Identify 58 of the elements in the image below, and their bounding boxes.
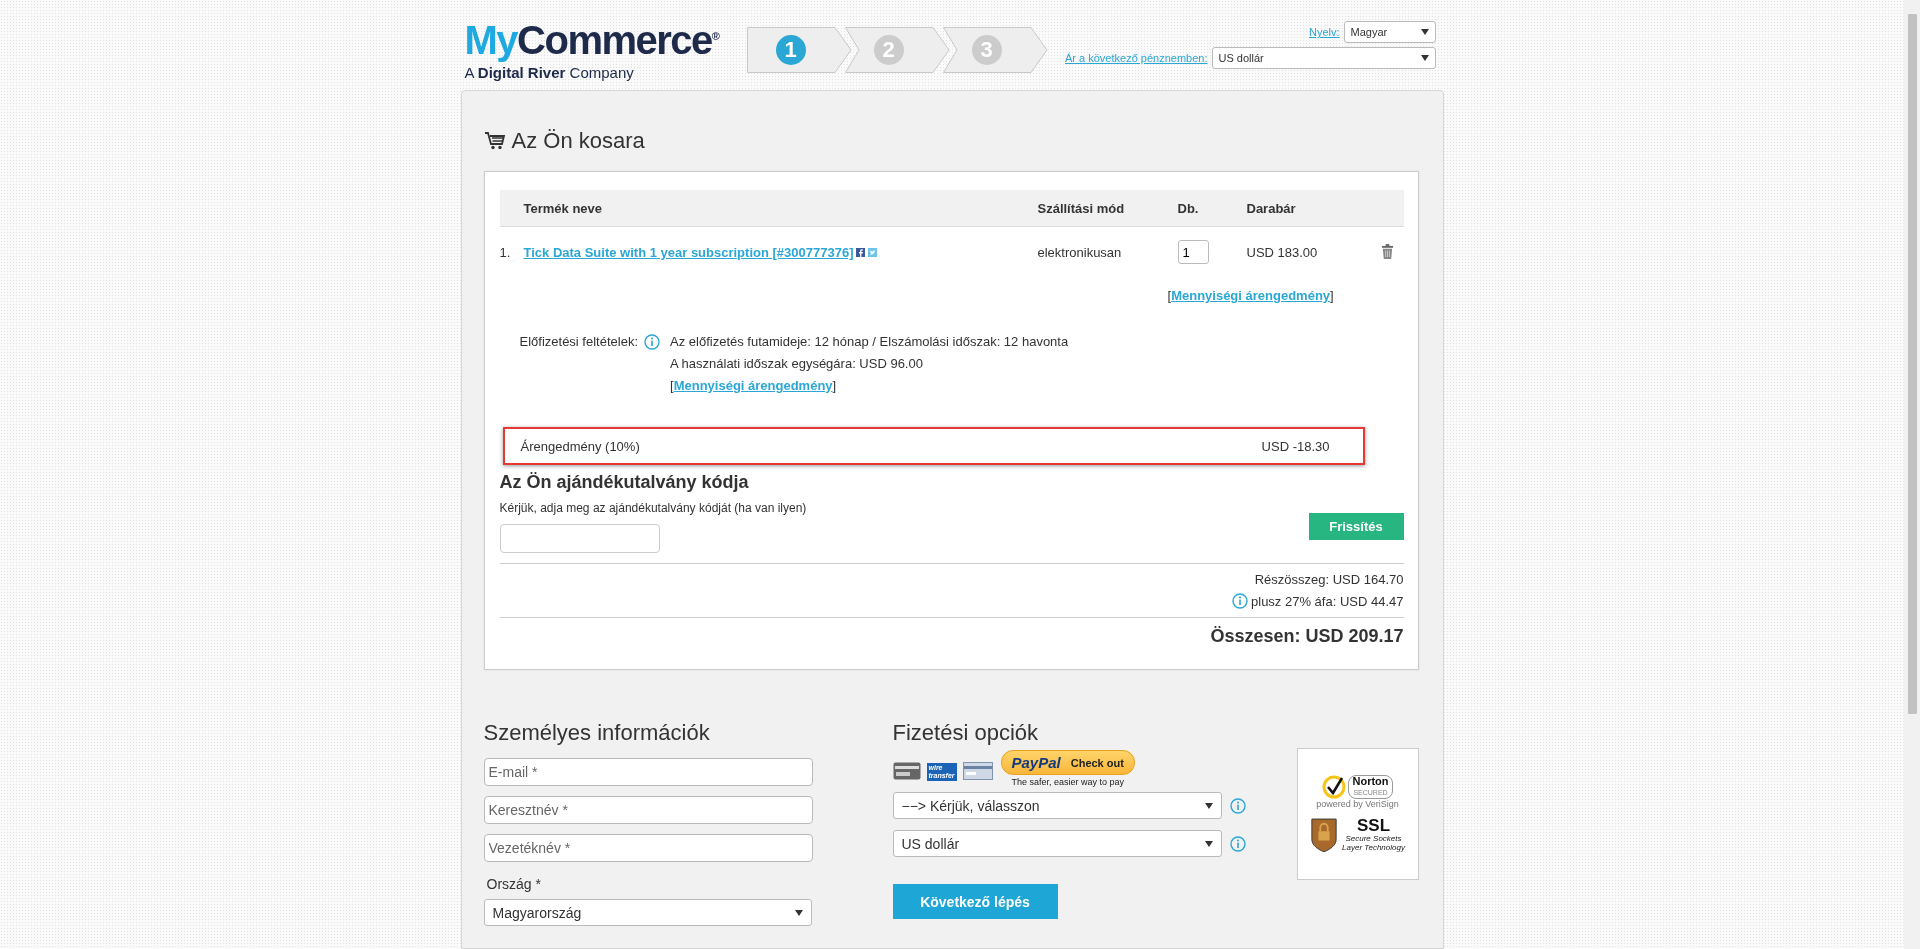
input-field[interactable]: Vezetéknév * [483, 834, 813, 862]
unit-price: USD 183.00 [1246, 245, 1319, 260]
cart-icon [483, 131, 506, 151]
bank-card-icon [962, 762, 993, 780]
column-header: Termék neve [523, 200, 604, 216]
subscription-detail: A használati időszak egységára: USD 96.00 [670, 356, 924, 371]
payment-select[interactable]: US dollár [892, 830, 1222, 857]
checkmark-seal-icon [1322, 775, 1347, 799]
caret-icon [794, 909, 803, 916]
language-select[interactable]: Magyar [1343, 21, 1436, 43]
currency-select[interactable]: US dollár [1211, 47, 1436, 69]
coupon-field[interactable] [499, 524, 660, 553]
paypal-checkout-button[interactable]: PayPal Check out [1000, 750, 1135, 775]
info-icon[interactable] [1229, 797, 1246, 814]
caret-icon [1420, 29, 1429, 35]
coupon-hint: Kérjük, adja meg az ajándékutalvány kódját (ha van ilyen) [499, 501, 807, 515]
subscription-detail: Az előfizetés futamideje: 12 hónap / Elszámolási időszak: 12 havonta [670, 334, 1069, 349]
input-field[interactable]: E-mail * [483, 758, 813, 786]
subscription-label: Előfizetési feltételek: [519, 334, 638, 351]
subtotal: Részösszeg: USD 164.70 [1254, 572, 1404, 587]
column-header: Db. [1177, 200, 1200, 216]
info-icon[interactable] [1232, 593, 1248, 609]
seal-caption: powered by VeriSign [1316, 799, 1399, 809]
payment-options-title: Fizetési opciók [892, 720, 1039, 746]
ssl-caption: Secure Sockets [1345, 833, 1402, 843]
column-header: Szállítási mód [1037, 200, 1126, 216]
logo-tagline: A Digital River Company [464, 64, 635, 82]
volume-discount-text: [Mennyiségi árengedmény] [670, 378, 837, 393]
volume-discount-text: [Mennyiségi árengedmény] [1167, 288, 1334, 303]
order-total: Összesen: USD 209.17 [1209, 626, 1404, 647]
ssl-caption: Layer Technology [1342, 842, 1405, 852]
trash-icon[interactable] [1380, 243, 1394, 260]
padlock-shield-icon [1310, 815, 1339, 853]
input-field[interactable]: Keresztnév * [483, 796, 813, 824]
country-select[interactable]: Magyarország [483, 899, 812, 926]
info-icon[interactable] [1229, 835, 1246, 852]
ssl-title: SSL [1356, 816, 1390, 834]
cart-title: Az Ön kosara [511, 128, 645, 154]
country-label: Ország * [486, 876, 542, 892]
discount-label: Árengedmény (10%) [520, 438, 640, 454]
discount-amount: USD -18.30 [1261, 438, 1330, 454]
column-header: Darabár [1246, 200, 1297, 216]
personal-info-title: Személyes információk [483, 720, 711, 746]
paypal-slogan: The safer, easier way to pay [1011, 777, 1124, 787]
coupon-title: Az Ön ajándékutalvány kódja [499, 472, 750, 493]
delivery-method: elektronikusan [1037, 245, 1123, 260]
facebook-icon[interactable] [856, 248, 866, 257]
row-number: 1. [499, 245, 512, 260]
caret-icon [1204, 840, 1213, 847]
payment-select[interactable]: −−> Kérjük, válasszon [892, 792, 1222, 819]
tax-amount: plusz 27% áfa: USD 44.47 [1251, 593, 1404, 609]
credit-card-icon [892, 762, 921, 780]
quantity-field[interactable]: 1 [1177, 240, 1209, 264]
caret-icon [1420, 55, 1429, 61]
caret-icon [1204, 802, 1213, 809]
logo-title[interactable]: MyCommerce$^{®}$ [464, 16, 747, 61]
info-icon[interactable] [644, 334, 660, 350]
scrollbar[interactable] [1904, 0, 1920, 949]
